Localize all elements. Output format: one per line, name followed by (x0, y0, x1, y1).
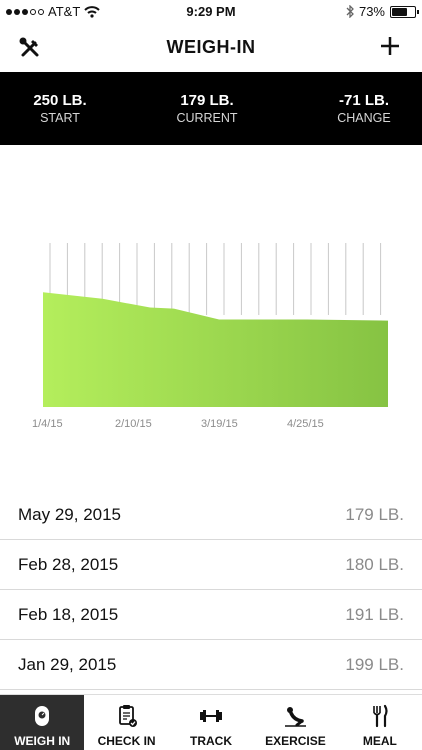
tab-meal[interactable]: MEAL (338, 695, 422, 750)
tab-label: WEIGH IN (14, 734, 71, 748)
entry-weight: 191 LB. (345, 605, 404, 624)
stat-change-label: CHANGE (337, 111, 391, 125)
entry-weight: 199 LB. (345, 655, 404, 674)
stat-start: 250 LB. START (10, 92, 110, 125)
stat-current: 179 LB. CURRENT (157, 92, 257, 125)
entry-date: Jan 29, 2015 (18, 655, 117, 674)
stat-start-label: START (40, 111, 80, 125)
x-tick-label: 1/4/15 (32, 418, 63, 430)
tab-track[interactable]: TRACK (169, 695, 253, 750)
clipboard-check-icon (118, 705, 137, 727)
status-bar: AT&T 9:29 PM 73% (0, 0, 422, 24)
bluetooth-icon (346, 5, 354, 18)
weight-area (43, 292, 388, 407)
stat-current-label: CURRENT (176, 111, 238, 125)
entry-weight: 180 LB. (345, 555, 404, 574)
x-tick-label: 3/19/15 (201, 418, 238, 430)
stat-start-value: 250 LB. (33, 92, 87, 109)
battery-icon (390, 5, 419, 18)
battery-percent: 73% (358, 4, 385, 19)
situp-icon (285, 707, 307, 727)
x-tick-label: 4/25/15 (287, 418, 324, 430)
tab-check-in[interactable]: CHECK IN (84, 695, 168, 750)
stats-bar: 250 LB. START 179 LB. CURRENT -71 LB. CH… (0, 72, 422, 145)
tab-bar: WEIGH IN CHECK IN TRACK EXERCISE MEAL (0, 694, 422, 750)
tab-label: TRACK (190, 734, 233, 748)
battery-group: 73% (346, 4, 419, 19)
tab-exercise[interactable]: EXERCISE (253, 695, 337, 750)
entry-date: May 29, 2015 (18, 505, 122, 524)
tab-label: MEAL (362, 734, 397, 748)
x-tick-label: 2/10/15 (115, 418, 152, 430)
nav-bar: WEIGH-IN (0, 24, 422, 72)
weight-chart: 1/4/15 2/10/15 3/19/15 4/25/15 (0, 145, 422, 480)
page-title: WEIGH-IN (166, 37, 256, 57)
add-icon[interactable] (376, 32, 404, 60)
tab-weigh-in[interactable]: WEIGH IN (0, 695, 85, 750)
list-item[interactable]: Feb 18, 2015 191 LB. (0, 590, 422, 640)
list-item[interactable]: May 29, 2015 179 LB. (0, 490, 422, 540)
fork-knife-icon (373, 704, 388, 728)
stat-current-value: 179 LB. (180, 92, 234, 109)
tab-label: EXERCISE (265, 734, 326, 748)
dumbbell-icon (200, 710, 223, 722)
list-item[interactable]: Feb 28, 2015 180 LB. (0, 540, 422, 590)
x-axis-ticks: 1/4/15 2/10/15 3/19/15 4/25/15 (32, 418, 324, 430)
stat-change: -71 LB. CHANGE (314, 92, 414, 125)
weight-chart-svg: 1/4/15 2/10/15 3/19/15 4/25/15 (32, 243, 388, 430)
entry-date: Feb 28, 2015 (18, 555, 119, 574)
entry-weight: 179 LB. (345, 505, 404, 524)
entry-date: Feb 18, 2015 (18, 605, 119, 624)
weigh-in-list: May 29, 2015 179 LB. Feb 28, 2015 180 LB… (0, 490, 422, 690)
tab-label: CHECK IN (97, 734, 156, 748)
scale-icon (35, 706, 50, 726)
list-item[interactable]: Jan 29, 2015 199 LB. (0, 640, 422, 690)
stat-change-value: -71 LB. (338, 92, 389, 109)
